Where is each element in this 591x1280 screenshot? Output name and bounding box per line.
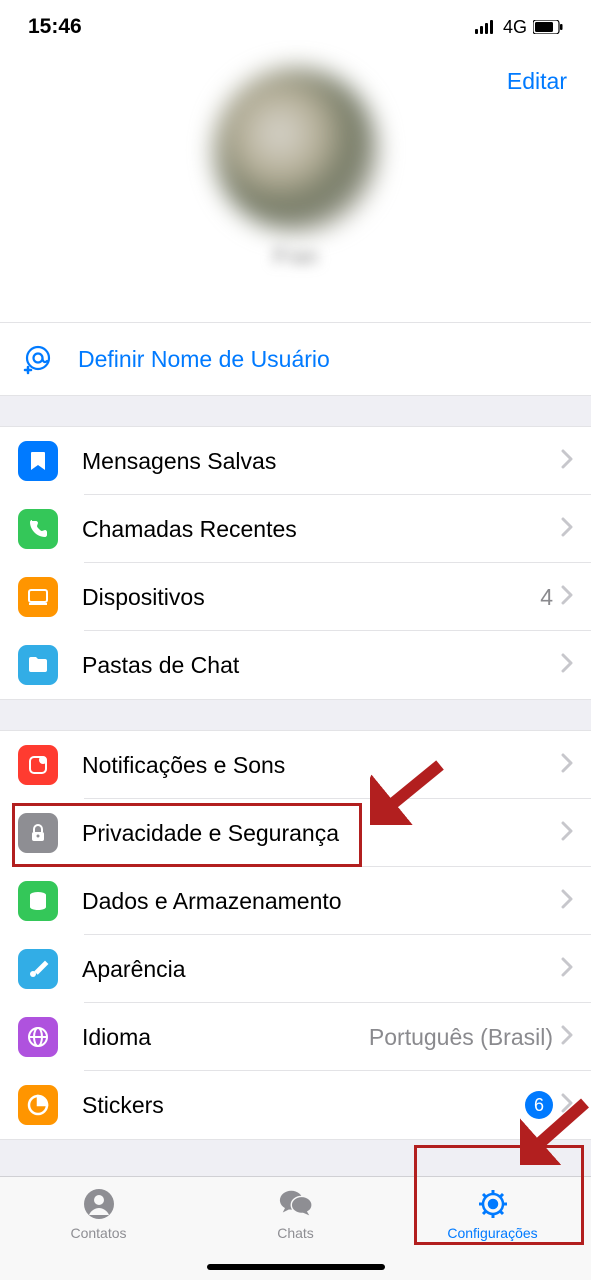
language-row[interactable]: Idioma Português (Brasil) [0, 1003, 591, 1071]
stickers-row[interactable]: Stickers 6 [0, 1071, 591, 1139]
chevron-right-icon [561, 1025, 573, 1050]
language-icon [18, 1017, 58, 1057]
signal-icon [475, 20, 497, 34]
battery-icon [533, 20, 563, 34]
row-label: Stickers [82, 1092, 525, 1119]
settings-group-1: Mensagens Salvas Chamadas Recentes Dispo… [0, 426, 591, 700]
stickers-badge: 6 [525, 1091, 553, 1119]
row-label: Idioma [82, 1024, 369, 1051]
tab-label: Chats [277, 1225, 314, 1241]
contacts-icon [81, 1187, 117, 1221]
row-label: Dispositivos [82, 584, 540, 611]
profile-header: Editar Fran [0, 54, 591, 322]
chevron-right-icon [561, 821, 573, 846]
profile-name: Fran [0, 244, 591, 270]
home-indicator[interactable] [207, 1264, 385, 1270]
appearance-icon [18, 949, 58, 989]
row-value: 4 [540, 584, 553, 611]
set-username-label: Definir Nome de Usuário [78, 346, 330, 373]
chevron-right-icon [561, 449, 573, 474]
recent-calls-row[interactable]: Chamadas Recentes [0, 495, 591, 563]
privacy-security-row[interactable]: Privacidade e Segurança [0, 799, 591, 867]
notifications-icon [18, 745, 58, 785]
data-storage-row[interactable]: Dados e Armazenamento [0, 867, 591, 935]
status-right: 4G [475, 17, 563, 38]
lock-icon [18, 813, 58, 853]
tab-contacts[interactable]: Contatos [0, 1177, 197, 1280]
phone-icon [18, 509, 58, 549]
chevron-right-icon [561, 753, 573, 778]
row-label: Dados e Armazenamento [82, 888, 561, 915]
status-time: 15:46 [28, 15, 82, 39]
profile-subtitle [0, 274, 591, 298]
row-label: Chamadas Recentes [82, 516, 561, 543]
devices-icon [18, 577, 58, 617]
appearance-row[interactable]: Aparência [0, 935, 591, 1003]
chevron-right-icon [561, 889, 573, 914]
folder-icon [18, 645, 58, 685]
settings-group-2: Notificações e Sons Privacidade e Segura… [0, 730, 591, 1140]
row-label: Pastas de Chat [82, 652, 561, 679]
chevron-right-icon [561, 1093, 573, 1118]
row-label: Aparência [82, 956, 561, 983]
chats-icon [278, 1187, 314, 1221]
saved-messages-row[interactable]: Mensagens Salvas [0, 427, 591, 495]
edit-button[interactable]: Editar [507, 68, 567, 95]
avatar[interactable] [214, 68, 378, 232]
gear-icon [475, 1187, 511, 1221]
network-label: 4G [503, 17, 527, 38]
row-value: Português (Brasil) [369, 1024, 553, 1051]
at-icon [18, 339, 58, 379]
bookmark-icon [18, 441, 58, 481]
row-label: Notificações e Sons [82, 752, 561, 779]
status-bar: 15:46 4G [0, 0, 591, 54]
chevron-right-icon [561, 653, 573, 678]
chevron-right-icon [561, 517, 573, 542]
notifications-row[interactable]: Notificações e Sons [0, 731, 591, 799]
chevron-right-icon [561, 957, 573, 982]
stickers-icon [18, 1085, 58, 1125]
chat-folders-row[interactable]: Pastas de Chat [0, 631, 591, 699]
row-label: Mensagens Salvas [82, 448, 561, 475]
tab-label: Contatos [70, 1225, 126, 1241]
tab-label: Configurações [447, 1225, 537, 1241]
tab-settings[interactable]: Configurações [394, 1177, 591, 1280]
set-username-row[interactable]: Definir Nome de Usuário [0, 323, 591, 395]
data-icon [18, 881, 58, 921]
chevron-right-icon [561, 585, 573, 610]
username-section: Definir Nome de Usuário [0, 322, 591, 396]
row-label: Privacidade e Segurança [82, 820, 561, 847]
devices-row[interactable]: Dispositivos 4 [0, 563, 591, 631]
